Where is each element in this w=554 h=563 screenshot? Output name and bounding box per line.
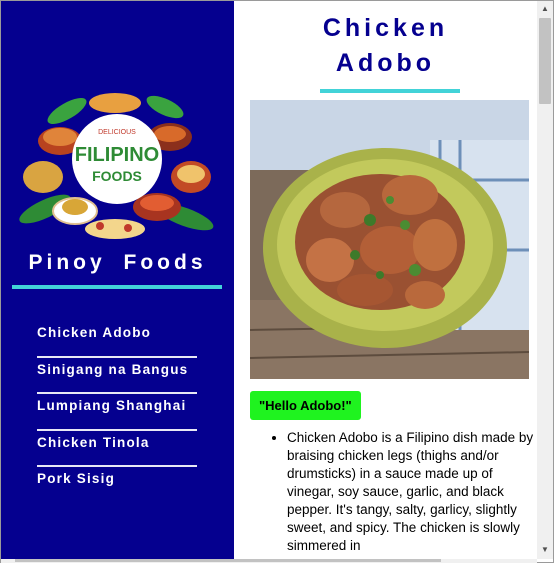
sidebar-nav: Chicken Adobo Sinigang na Bangus Lumpian… <box>37 321 197 504</box>
nav-link-chicken-tinola[interactable]: Chicken Tinola <box>37 431 197 450</box>
svg-text:FILIPINO: FILIPINO <box>75 144 159 166</box>
triangle-up-icon[interactable]: ▲ <box>537 1 553 17</box>
sidebar: DELICIOUS FILIPINO FOODS Pinoy Foods Chi… <box>1 1 234 559</box>
nav-link-chicken-adobo[interactable]: Chicken Adobo <box>37 321 197 340</box>
main-content: Chicken Adobo "Hello Adobo!" Chicken Ado… <box>234 1 537 559</box>
svg-text:FOODS: FOODS <box>92 168 142 184</box>
page-title: Chicken Adobo <box>234 11 537 81</box>
nav-item-chicken-adobo: Chicken Adobo <box>37 321 197 358</box>
nav-link-lumpiang-shanghai[interactable]: Lumpiang Shanghai <box>37 394 197 413</box>
hello-adobo-button[interactable]: "Hello Adobo!" <box>250 391 361 420</box>
chicken-adobo-photo <box>250 100 529 379</box>
nav-item-sinigang-na-bangus: Sinigang na Bangus <box>37 358 197 394</box>
triangle-down-icon[interactable]: ▼ <box>537 542 553 558</box>
horizontal-scrollbar[interactable] <box>1 559 537 563</box>
horizontal-scroll-thumb[interactable] <box>15 559 441 562</box>
nav-item-pork-sisig: Pork Sisig <box>37 467 197 504</box>
svg-text:DELICIOUS: DELICIOUS <box>98 129 136 136</box>
nav-link-sinigang-na-bangus[interactable]: Sinigang na Bangus <box>37 358 197 377</box>
filipino-foods-logo: DELICIOUS FILIPINO FOODS <box>19 93 214 239</box>
nav-item-lumpiang-shanghai: Lumpiang Shanghai <box>37 394 197 431</box>
vertical-scrollbar[interactable]: ▲ ▼ <box>537 1 553 559</box>
description-item: Chicken Adobo is a Filipino dish made by… <box>287 429 535 555</box>
nav-item-chicken-tinola: Chicken Tinola <box>37 431 197 467</box>
vertical-scroll-thumb[interactable] <box>539 18 551 104</box>
page-title-line-1: Chicken <box>322 14 449 42</box>
page-title-line-2: Adobo <box>335 49 436 77</box>
brand-divider <box>12 285 222 289</box>
description-list: Chicken Adobo is a Filipino dish made by… <box>267 429 535 555</box>
nav-link-pork-sisig[interactable]: Pork Sisig <box>37 467 197 486</box>
brand-title: Pinoy Foods <box>28 251 207 274</box>
title-divider <box>320 89 460 93</box>
